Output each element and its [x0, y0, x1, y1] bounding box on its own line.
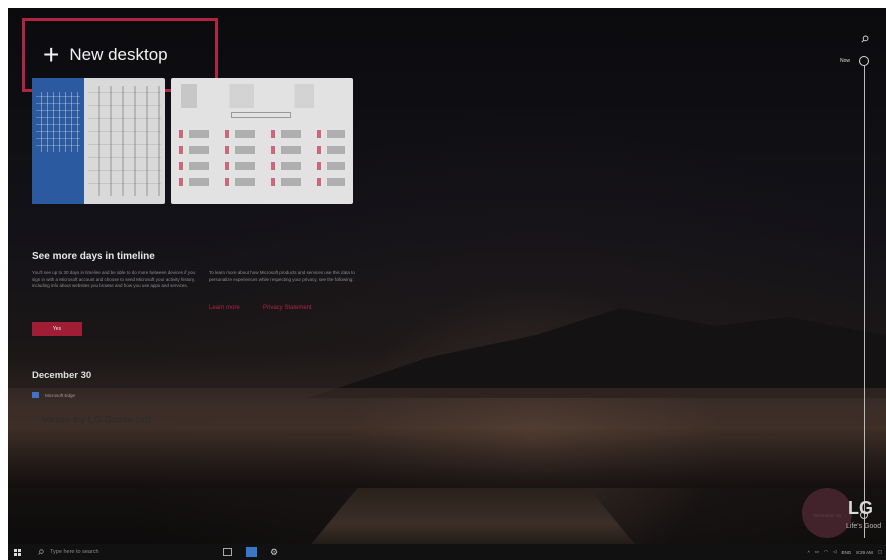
- activity-date-heading: December 30: [32, 370, 92, 381]
- windows-icon: [13, 548, 21, 556]
- edge-icon: [32, 392, 39, 398]
- timeline-privacy-text: To learn more about how Microsoft produc…: [209, 270, 355, 282]
- network-icon[interactable]: ◠: [824, 549, 828, 555]
- task-view-icon[interactable]: [223, 548, 232, 556]
- calendar-sidebar: [32, 78, 84, 204]
- taskbar: Type here to search ⚙ ^ ▭ ◠ ◁ ENG 8:29 A…: [8, 544, 886, 560]
- calendar-window-thumbnail[interactable]: [32, 78, 165, 204]
- settings-search-box: [231, 112, 291, 118]
- lg-logo-text: LG: [848, 498, 873, 518]
- background-dock: [308, 488, 638, 548]
- language-indicator[interactable]: ENG: [841, 550, 851, 555]
- search-icon: [38, 549, 44, 555]
- pinned-app-icon[interactable]: [246, 547, 257, 557]
- mini-calendar: [36, 92, 80, 152]
- battery-icon[interactable]: ▭: [815, 549, 819, 555]
- timeline-screen: + New desktop See more days in timeline …: [8, 8, 886, 560]
- lg-tagline: Life's Good: [846, 523, 882, 530]
- plus-icon: +: [43, 39, 60, 70]
- timeline-prompt-text: You'll see up to 30 days in timeline and…: [32, 270, 196, 289]
- search-icon[interactable]: [861, 35, 869, 43]
- activity-card-title[interactable]: Virtoo by LG Guide.pdf: [42, 415, 151, 426]
- settings-row: [179, 162, 345, 170]
- activity-app-row: Microsoft Edge: [32, 392, 75, 398]
- start-button[interactable]: [8, 544, 26, 560]
- chevron-up-icon[interactable]: ^: [808, 550, 810, 555]
- settings-row: [179, 146, 345, 154]
- activity-app-label: Microsoft Edge: [45, 392, 76, 398]
- settings-header: [181, 84, 343, 108]
- yes-button[interactable]: Yes: [32, 322, 82, 336]
- taskbar-clock[interactable]: 8:29 AM: [856, 550, 873, 555]
- system-tray: ^ ▭ ◠ ◁ ENG 8:29 AM ▢: [808, 544, 882, 560]
- notification-icon[interactable]: ▢: [878, 549, 882, 555]
- settings-row: [179, 130, 345, 138]
- lg-logo-icon: [802, 488, 852, 538]
- timeline-now-label: Now: [840, 58, 851, 64]
- gear-icon[interactable]: ⚙: [270, 547, 278, 557]
- learn-more-link[interactable]: Learn more: [209, 305, 240, 311]
- taskbar-search-placeholder: Type here to search: [50, 549, 99, 555]
- taskbar-search-box[interactable]: Type here to search: [30, 544, 220, 560]
- calendar-grid: [88, 86, 161, 196]
- volume-icon[interactable]: ◁: [833, 549, 836, 555]
- timeline-scrubber-handle[interactable]: [859, 56, 869, 66]
- settings-row: [179, 178, 345, 186]
- background-mountains: [308, 308, 886, 398]
- timeline-prompt-title: See more days in timeline: [32, 251, 155, 262]
- new-desktop-label: New desktop: [69, 45, 168, 64]
- timeline-scrollbar[interactable]: [864, 66, 865, 538]
- privacy-statement-link[interactable]: Privacy Statement: [263, 305, 312, 311]
- background-lake: [8, 388, 886, 488]
- settings-window-thumbnail[interactable]: [171, 78, 353, 204]
